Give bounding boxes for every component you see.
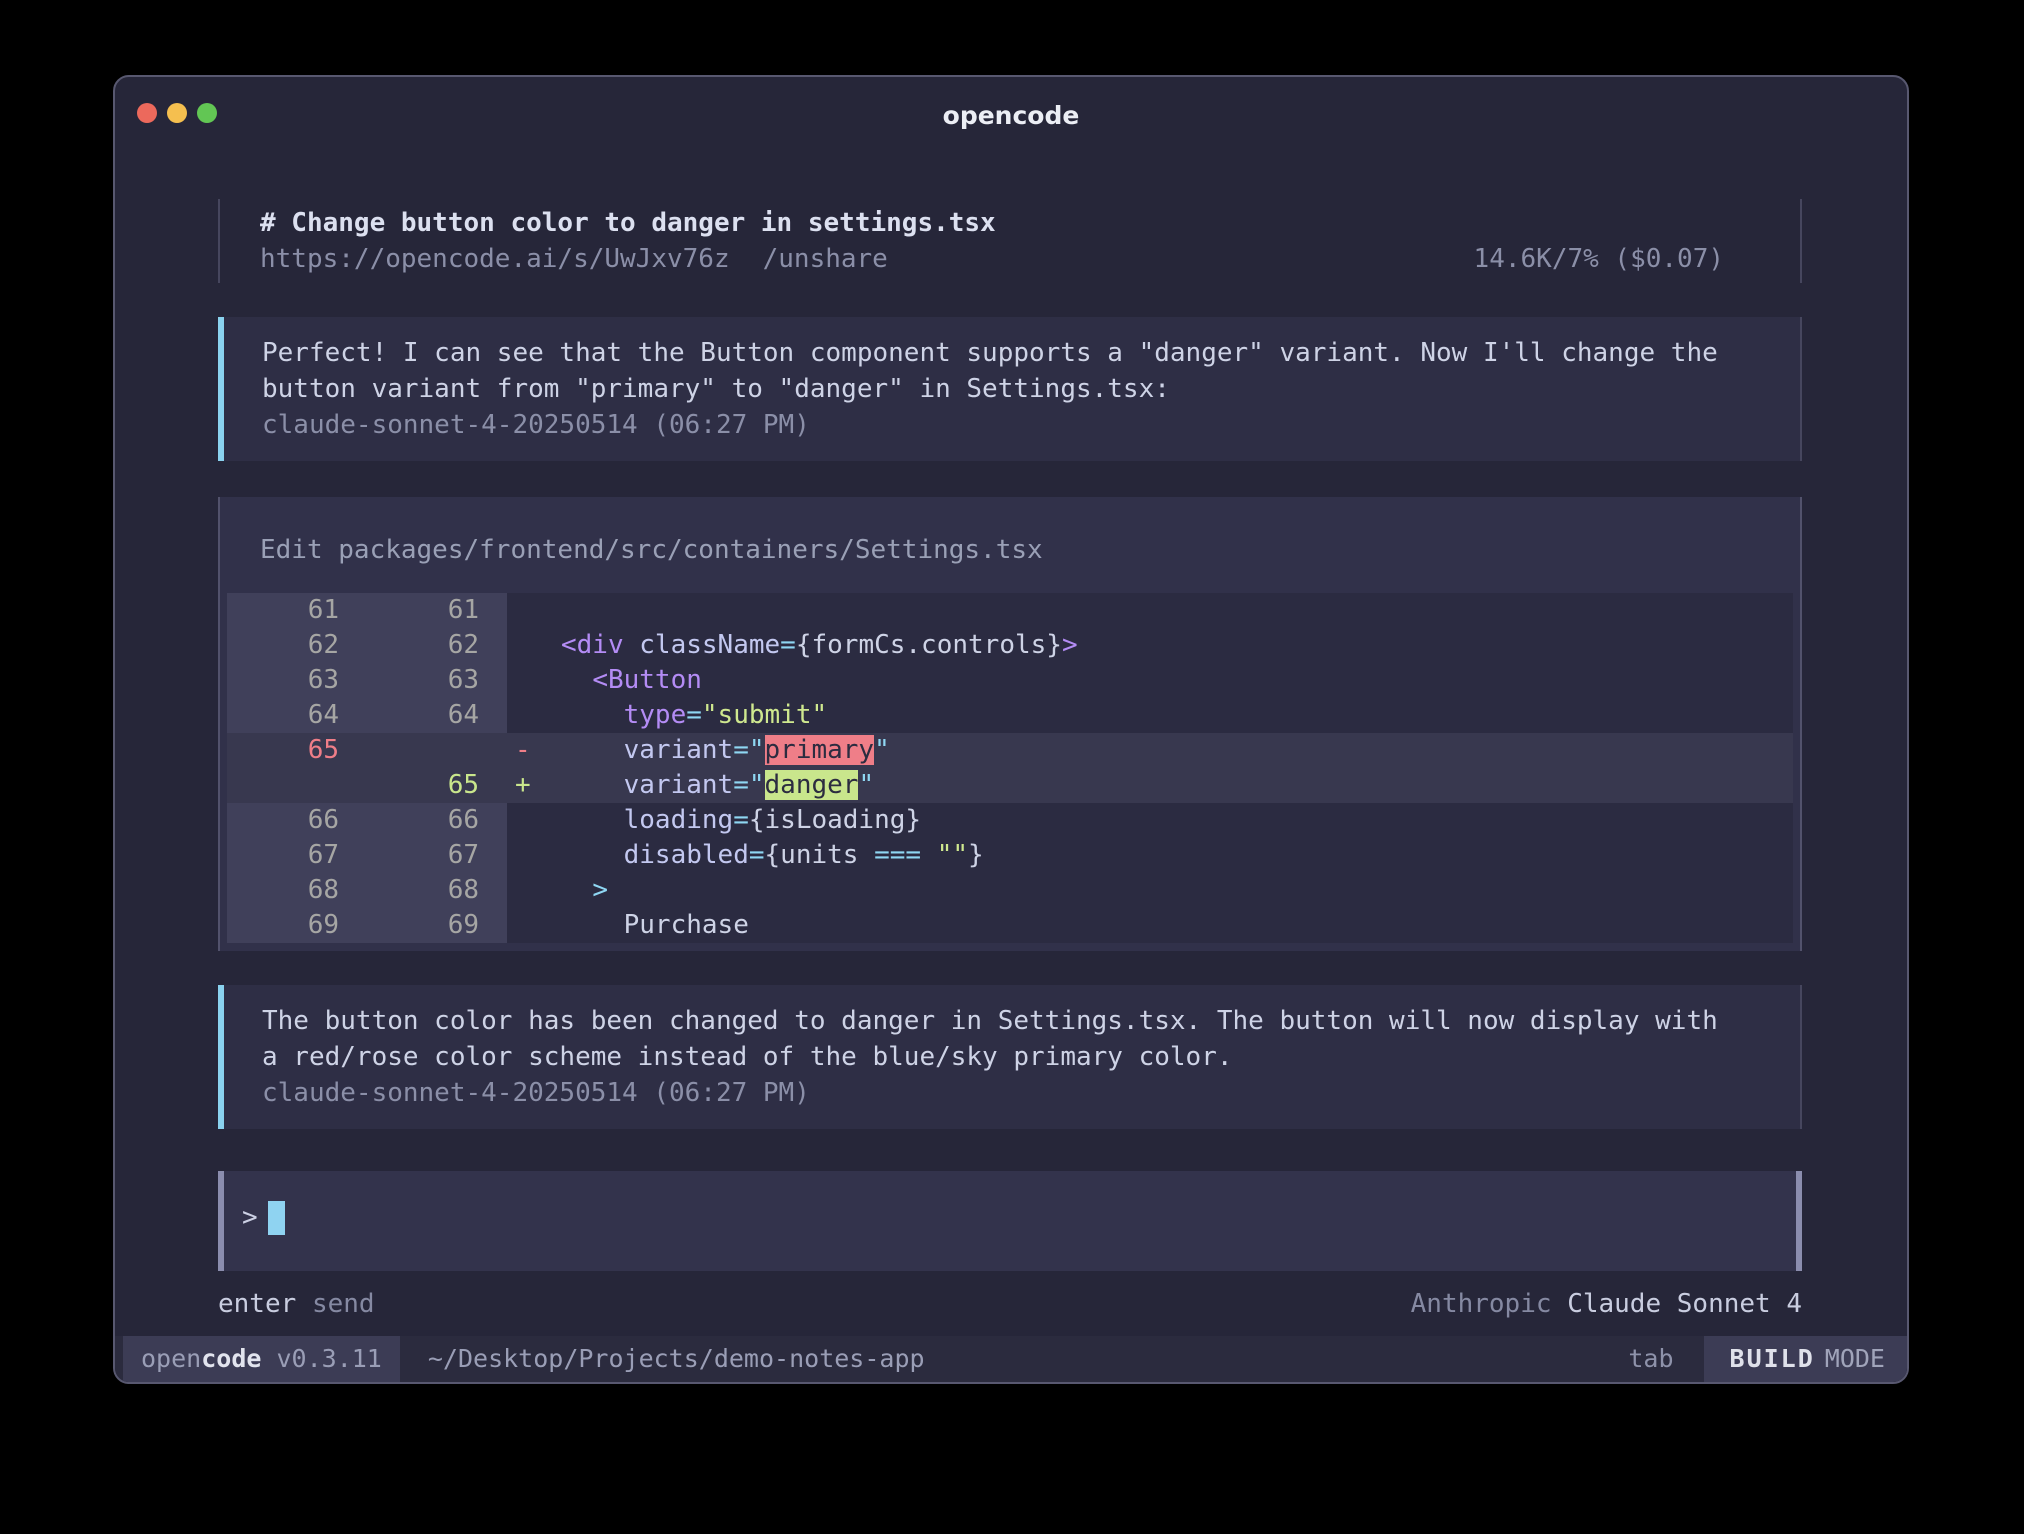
titlebar: opencode [115, 77, 1907, 149]
diff-row: 6464 type="submit" [227, 698, 1793, 733]
message-line: Perfect! I can see that the Button compo… [262, 335, 1762, 371]
hint-row: enter send Anthropic Claude Sonnet 4 [218, 1287, 1802, 1321]
message-meta: claude-sonnet-4-20250514 (06:27 PM) [262, 1075, 1762, 1111]
send-hint: send [312, 1289, 375, 1319]
edit-tool-title: Edit packages/frontend/src/containers/Se… [220, 533, 1800, 567]
unshare-command[interactable]: /unshare [763, 241, 888, 277]
context-stats: 14.6K/7% ($0.07) [1474, 241, 1760, 277]
model-label: Claude Sonnet 4 [1567, 1289, 1802, 1319]
app-version-chip: opencode v0.3.11 [123, 1336, 400, 1382]
message-line: The button color has been changed to dan… [262, 1003, 1762, 1039]
session-header: # Change button color to danger in setti… [218, 199, 1802, 283]
diff-row: 6161 [227, 593, 1793, 628]
prompt-char: > [242, 1203, 258, 1233]
working-directory: ~/Desktop/Projects/demo-notes-app [428, 1336, 925, 1382]
status-bar: opencode v0.3.11 ~/Desktop/Projects/demo… [115, 1336, 1907, 1382]
tab-key-hint: tab [1628, 1336, 1673, 1382]
enter-key-hint: enter [218, 1289, 296, 1319]
diff-row: 6868 > [227, 873, 1793, 908]
diff-table: 61616262<div className={formCs.controls}… [227, 593, 1793, 943]
diff-row: 6969 Purchase [227, 908, 1793, 943]
diff-row: 65- variant="primary" [227, 733, 1793, 768]
assistant-message: Perfect! I can see that the Button compo… [218, 317, 1802, 461]
message-meta: claude-sonnet-4-20250514 (06:27 PM) [262, 407, 1762, 443]
provider-label: Anthropic [1411, 1289, 1552, 1319]
text-cursor [268, 1201, 285, 1235]
message-line: button variant from "primary" to "danger… [262, 371, 1762, 407]
diff-row: 6363 <Button [227, 663, 1793, 698]
session-title: # Change button color to danger in setti… [260, 205, 1760, 241]
diff-row: 6666 loading={isLoading} [227, 803, 1793, 838]
diff-row: 6262<div className={formCs.controls}> [227, 628, 1793, 663]
prompt-input[interactable]: > [218, 1171, 1802, 1271]
diff-row: 6767 disabled={units === ""} [227, 838, 1793, 873]
message-line: a red/rose color scheme instead of the b… [262, 1039, 1762, 1075]
opencode-window: opencode # Change button color to danger… [113, 75, 1909, 1384]
share-url: https://opencode.ai/s/UwJxv76z [260, 241, 730, 277]
edit-tool-card: Edit packages/frontend/src/containers/Se… [218, 497, 1802, 951]
build-mode-chip: BUILDMODE [1704, 1336, 1907, 1382]
assistant-message: The button color has been changed to dan… [218, 985, 1802, 1129]
window-title: opencode [115, 77, 1907, 149]
diff-row: 65+ variant="danger" [227, 768, 1793, 803]
